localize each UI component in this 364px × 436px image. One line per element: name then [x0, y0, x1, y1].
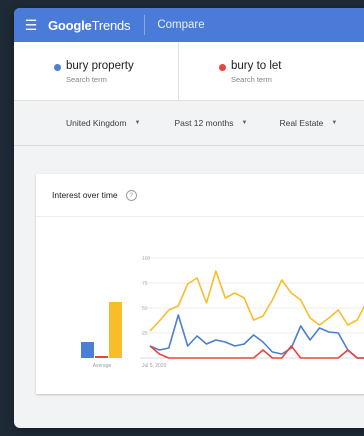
period-dropdown[interactable]: Past 12 months ▼ — [174, 118, 247, 128]
region-dropdown[interactable]: United Kingdom ▼ — [66, 118, 140, 128]
average-bar — [109, 302, 122, 358]
average-label: Average — [93, 363, 112, 369]
page-title: Compare — [157, 19, 205, 31]
x-tick-label: Jul 5, 2020 — [142, 363, 167, 369]
interest-over-time-card: Interest over time ? 100 75 50 25 Average Jul… — [36, 174, 364, 394]
appbar-divider — [144, 15, 146, 35]
app-bar: ☰ Google Trends Compare — [14, 8, 364, 42]
interest-chart: 100755025AverageJul 5, 2020No — [81, 256, 364, 369]
period-label: Past 12 months — [174, 118, 234, 128]
hamburger-menu-icon[interactable]: ☰ — [14, 17, 48, 34]
caret-down-icon: ▼ — [134, 120, 141, 126]
logo-trends: Trends — [91, 17, 131, 33]
google-trends-logo[interactable]: Google Trends — [48, 17, 131, 33]
term-name: bury property — [66, 60, 134, 72]
average-bar — [81, 342, 94, 358]
caret-down-icon: ▼ — [331, 120, 338, 126]
card-title: Interest over time — [52, 190, 118, 200]
category-label: Real Estate — [279, 118, 324, 128]
term-color-dot — [219, 64, 226, 71]
logo-google: Google — [48, 17, 92, 33]
y-tick-label: 50 — [142, 306, 148, 312]
help-icon[interactable]: ? — [125, 189, 137, 201]
caret-down-icon: ▼ — [241, 120, 248, 126]
term-subtitle: Search term — [231, 75, 272, 84]
term-name: bury to let — [231, 60, 282, 72]
term-subtitle: Search term — [66, 75, 107, 84]
y-tick-label: 25 — [142, 331, 148, 337]
average-bar — [95, 356, 108, 358]
y-tick-label: 75 — [142, 281, 148, 287]
card-header: Interest over time ? — [36, 174, 364, 217]
series-line — [149, 345, 364, 359]
category-dropdown[interactable]: Real Estate ▼ — [279, 118, 337, 128]
search-terms-bar: bury property Search term bury to let Se… — [14, 42, 364, 101]
search-term-1[interactable]: bury property Search term — [14, 42, 178, 100]
term-color-dot — [54, 64, 61, 71]
series-line — [149, 314, 364, 359]
series-line — [149, 270, 364, 332]
region-label: United Kingdom — [66, 118, 127, 128]
y-tick-label: 100 — [142, 256, 151, 262]
filters-bar: United Kingdom ▼ Past 12 months ▼ Real Est… — [14, 101, 364, 146]
search-term-2[interactable]: bury to let Search term — [178, 42, 342, 100]
